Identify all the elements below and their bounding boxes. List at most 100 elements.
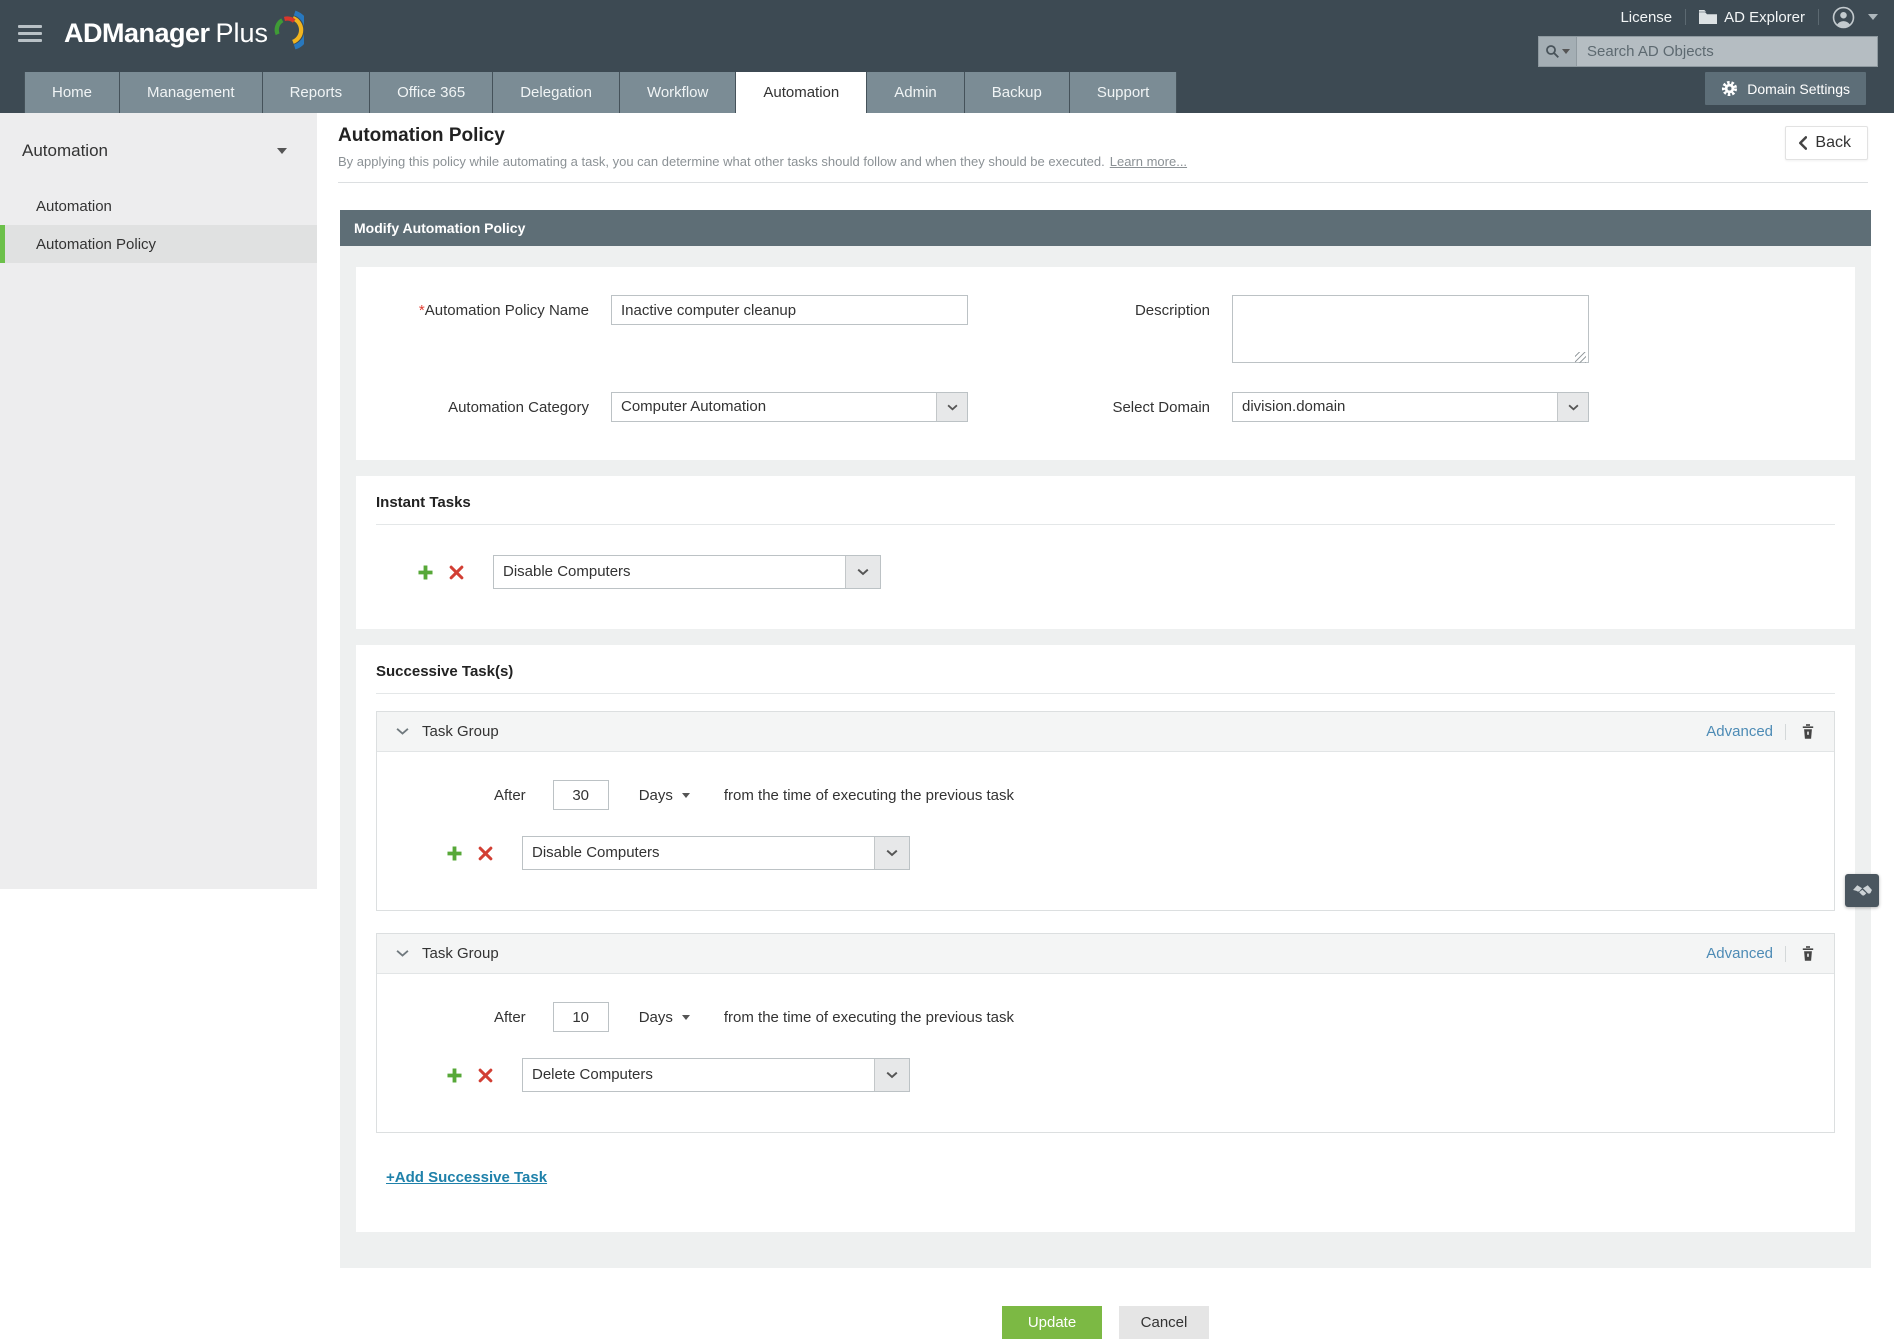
tab-automation[interactable]: Automation: [736, 72, 868, 113]
divider: [376, 693, 1835, 694]
main-content: Automation Policy By applying this polic…: [317, 113, 1894, 1344]
tab-home[interactable]: Home: [24, 72, 121, 113]
automation-category-select[interactable]: Computer Automation: [611, 392, 968, 422]
license-label: License: [1620, 8, 1673, 26]
search-scope-button[interactable]: [1539, 37, 1577, 66]
tab-office365[interactable]: Office 365: [370, 72, 494, 113]
trash-icon: [1802, 946, 1814, 961]
delay-unit-select[interactable]: Days: [639, 1009, 690, 1026]
sidebar-section-title: Automation: [22, 141, 108, 160]
chevron-down-icon: [874, 837, 909, 869]
after-label: After: [494, 786, 526, 804]
gear-icon: [1722, 80, 1738, 97]
remove-task-button[interactable]: [474, 842, 496, 864]
resize-grip[interactable]: [1575, 352, 1586, 363]
instant-task-select[interactable]: Disable Computers: [493, 555, 881, 589]
hamburger-menu-icon[interactable]: [18, 25, 42, 45]
learn-more-link[interactable]: Learn more...: [1110, 154, 1187, 169]
chevron-down-icon: [681, 792, 690, 798]
remove-task-button[interactable]: [445, 561, 467, 583]
chevron-down-icon: [277, 148, 287, 154]
user-account-menu[interactable]: [1832, 6, 1878, 29]
policy-name-label: *Automation Policy Name: [418, 302, 589, 319]
panel-title: Modify Automation Policy: [340, 210, 1871, 246]
delay-value-input[interactable]: [552, 780, 609, 810]
primary-nav: Home Management Reports Office 365 Deleg…: [0, 72, 1894, 113]
add-task-button[interactable]: [414, 561, 436, 583]
tab-management[interactable]: Management: [120, 72, 263, 113]
logo-swoosh-icon: [274, 10, 305, 50]
app-logo: ADManager Plus: [64, 10, 305, 52]
remove-task-button[interactable]: [474, 1064, 496, 1086]
divider: [1785, 945, 1786, 962]
select-domain-select[interactable]: division.domain: [1232, 392, 1589, 422]
successive-tasks-heading: Successive Task(s): [376, 663, 514, 680]
search-icon: [1546, 45, 1559, 58]
ad-explorer-link[interactable]: AD Explorer: [1699, 9, 1805, 26]
handshake-icon: [1852, 885, 1872, 896]
delete-group-button[interactable]: [1798, 944, 1818, 964]
chevron-down-icon: [681, 1014, 690, 1020]
ad-object-search: [1538, 36, 1878, 67]
chevron-down-icon: [936, 393, 967, 421]
task-group-title: Task Group: [422, 723, 499, 740]
tab-support[interactable]: Support: [1069, 72, 1178, 113]
update-button[interactable]: Update: [1002, 1306, 1102, 1339]
category-label: Automation Category: [448, 399, 589, 416]
sidebar-section-automation[interactable]: Automation: [0, 113, 317, 161]
folder-icon: [1699, 10, 1718, 24]
add-task-button[interactable]: [443, 842, 465, 864]
collapse-group-button[interactable]: [393, 945, 411, 963]
chevron-down-icon: [395, 950, 409, 957]
add-task-button[interactable]: [443, 1064, 465, 1086]
search-input[interactable]: [1577, 37, 1877, 66]
modify-policy-panel: Modify Automation Policy *Automation Pol…: [340, 210, 1871, 1268]
divider: [1785, 723, 1786, 740]
top-header: ADManager Plus License AD Explorer: [0, 0, 1894, 72]
tab-admin[interactable]: Admin: [867, 72, 965, 113]
description-label: Description: [1134, 302, 1210, 319]
header-links: License AD Explorer: [1620, 5, 1878, 29]
add-successive-task-link[interactable]: +Add Successive Task: [386, 1169, 547, 1186]
domain-settings-label: Domain Settings: [1747, 80, 1850, 97]
task-group-title: Task Group: [422, 945, 499, 962]
policy-name-input[interactable]: [611, 295, 968, 325]
successive-tasks-section: Successive Task(s) Task Group Advanced A…: [356, 645, 1855, 1232]
page-title: Automation Policy: [338, 125, 505, 146]
chevron-down-icon: [845, 556, 880, 588]
sidebar-item-automation-policy[interactable]: Automation Policy: [0, 225, 317, 263]
task-group-2: Task Group Advanced After 10 Days from t…: [376, 933, 1835, 1133]
feedback-handshake-tab[interactable]: [1845, 874, 1879, 907]
advanced-link[interactable]: Advanced: [1706, 945, 1773, 962]
tab-workflow[interactable]: Workflow: [619, 72, 737, 113]
delay-value-input[interactable]: [552, 1002, 609, 1032]
tab-delegation[interactable]: Delegation: [493, 72, 620, 113]
delay-unit-select[interactable]: Days: [639, 787, 690, 804]
tab-reports[interactable]: Reports: [262, 72, 371, 113]
description-textarea[interactable]: [1232, 295, 1589, 363]
chevron-down-icon: [395, 728, 409, 735]
advanced-link[interactable]: Advanced: [1706, 723, 1773, 740]
back-button[interactable]: Back: [1785, 126, 1868, 160]
task-group-1: Task Group Advanced After 30 Days from t…: [376, 711, 1835, 911]
collapse-group-button[interactable]: [393, 723, 411, 741]
plus-icon: [446, 1067, 462, 1083]
selected-category: Computer Automation: [621, 398, 767, 415]
delete-group-button[interactable]: [1798, 722, 1818, 742]
selected-unit: Days: [638, 1008, 673, 1026]
page-description: By applying this policy while automating…: [338, 154, 1868, 183]
sidebar-item-automation[interactable]: Automation: [0, 187, 317, 225]
successive-task-select[interactable]: Disable Computers: [522, 836, 910, 870]
chevron-down-icon: [1562, 49, 1570, 54]
successive-task-select[interactable]: Delete Computers: [522, 1058, 910, 1092]
chevron-down-icon: [874, 1059, 909, 1091]
instant-tasks-section: Instant Tasks Disable Computers: [356, 476, 1855, 629]
logo-text-suffix: Plus: [215, 17, 269, 48]
divider: [376, 524, 1835, 525]
domain-settings-button[interactable]: Domain Settings: [1705, 72, 1866, 105]
selected-instant-task: Disable Computers: [503, 563, 631, 580]
cancel-button[interactable]: Cancel: [1119, 1306, 1209, 1339]
license-link[interactable]: License: [1620, 9, 1672, 26]
tab-backup[interactable]: Backup: [964, 72, 1070, 113]
sidebar-item-label: Automation: [36, 197, 112, 215]
